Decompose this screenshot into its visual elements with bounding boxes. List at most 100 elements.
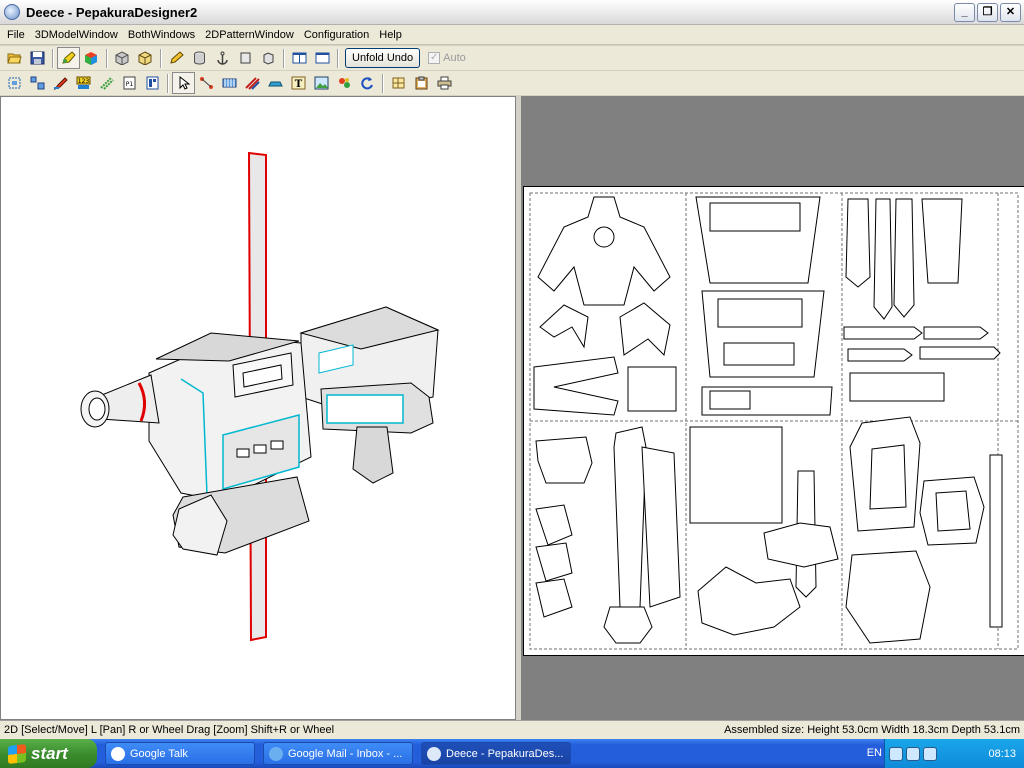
clock[interactable]: 08:13 <box>988 748 1016 760</box>
menu-bar: File 3DModelWindow BothWindows 2DPattern… <box>0 25 1024 45</box>
menu-2dpatternwindow[interactable]: 2DPatternWindow <box>200 25 299 45</box>
parts-tool-button[interactable] <box>333 72 356 94</box>
start-button[interactable]: start <box>0 739 97 768</box>
number-123-icon: 123 <box>76 76 91 89</box>
toolbar-separator <box>283 48 285 68</box>
connect-tool-button[interactable] <box>195 72 218 94</box>
pepakura-app-icon[interactable] <box>4 4 20 20</box>
view-left-button[interactable] <box>234 47 257 69</box>
printer-icon <box>437 76 452 90</box>
2d-pattern-window[interactable] <box>521 96 1024 720</box>
3d-model-window[interactable] <box>0 96 516 720</box>
part-blade-3 <box>893 198 915 318</box>
arrow-cursor-icon <box>179 76 191 90</box>
menu-bothwindows[interactable]: BothWindows <box>123 25 200 45</box>
pattern-parts <box>533 196 1003 644</box>
paint-mode-button[interactable] <box>57 47 80 69</box>
fit-frame-icon <box>8 77 21 89</box>
view-right-button[interactable] <box>257 47 280 69</box>
text-t-icon: T <box>291 76 306 90</box>
text-tool-button[interactable]: T <box>287 72 310 94</box>
join-edges-button[interactable] <box>95 72 118 94</box>
paint-pencil-icon <box>62 51 76 64</box>
window-2d-only-button[interactable] <box>311 47 334 69</box>
page-number-button[interactable]: P1 <box>118 72 141 94</box>
part-bar-2 <box>923 326 989 340</box>
pattern-sheet[interactable] <box>524 187 1024 655</box>
task-pepakura[interactable]: Deece - PepakuraDes... <box>421 742 571 765</box>
floppy-disk-icon <box>30 51 45 65</box>
part-arc-right <box>619 302 671 357</box>
move-tool-button[interactable] <box>218 72 241 94</box>
arrange-button[interactable] <box>26 72 49 94</box>
open-button[interactable] <box>3 47 26 69</box>
pattern-paper[interactable] <box>523 186 1024 656</box>
print-button[interactable] <box>433 72 456 94</box>
taskbar: start Google Talk Google Mail - Inbox - … <box>0 739 1024 768</box>
task-google-talk[interactable]: Google Talk <box>105 742 255 765</box>
svg-text:123: 123 <box>78 78 90 85</box>
minimize-button[interactable]: _ <box>954 3 975 22</box>
menu-help[interactable]: Help <box>374 25 407 45</box>
chat-bubble-icon <box>111 746 125 761</box>
close-button[interactable]: ✕ <box>1000 3 1021 22</box>
part-bar-3 <box>847 348 913 362</box>
start-label: start <box>31 743 68 763</box>
rotate-tool-button[interactable] <box>356 72 379 94</box>
network-icon[interactable] <box>906 746 920 761</box>
title-bar[interactable]: Deece - PepakuraDesigner2 _ ❐ ✕ <box>0 0 1024 25</box>
status-bar: 2D [Select/Move] L [Pan] R or Wheel Drag… <box>0 720 1024 739</box>
edge-tool-button[interactable] <box>165 47 188 69</box>
part-panel-mid-window <box>717 298 803 328</box>
part-cup <box>535 436 593 484</box>
clipboard-icon <box>415 76 428 90</box>
menu-3dmodelwindow[interactable]: 3DModelWindow <box>30 25 123 45</box>
node-link-icon <box>200 77 213 89</box>
snap-button[interactable] <box>387 72 410 94</box>
striped-rect-icon <box>222 78 237 88</box>
edge-id-button[interactable]: 123 <box>72 72 95 94</box>
model-vent-slot <box>236 448 250 458</box>
part-box-small <box>627 366 677 412</box>
task-google-mail[interactable]: Google Mail - Inbox - ... <box>263 742 413 765</box>
part-blade-2 <box>873 198 893 320</box>
shaded-cube-icon <box>138 51 152 65</box>
fold-lines-icon <box>245 77 260 90</box>
main-toolbar: Unfold Undo ✓ Auto <box>0 46 1024 71</box>
colored-cube-icon <box>85 52 97 65</box>
unfold-undo-button[interactable]: Unfold Undo <box>345 48 421 68</box>
toolbar-separator <box>52 48 54 68</box>
texture-button[interactable] <box>80 47 103 69</box>
part-spine <box>613 426 647 608</box>
auto-checkbox-group[interactable]: ✓ Auto <box>428 52 466 64</box>
part-slab <box>689 426 783 524</box>
toolbar-separator <box>160 48 162 68</box>
show-edges-button[interactable] <box>134 47 157 69</box>
tray-icons <box>889 746 937 761</box>
image-tool-button[interactable] <box>310 72 333 94</box>
cylinder-tool-button[interactable] <box>188 47 211 69</box>
select-tool-button[interactable] <box>172 72 195 94</box>
3d-model-view[interactable] <box>1 97 515 719</box>
toolbar-separator <box>382 73 384 93</box>
auto-checkbox[interactable]: ✓ <box>428 52 441 64</box>
snap-grid-icon <box>392 77 405 89</box>
maximize-button[interactable]: ❐ <box>977 3 998 22</box>
language-indicator[interactable]: EN <box>867 747 882 759</box>
print-layout-button[interactable] <box>141 72 164 94</box>
window-3d-only-button[interactable] <box>288 47 311 69</box>
fit-all-button[interactable] <box>3 72 26 94</box>
flap-tool-button[interactable] <box>264 72 287 94</box>
save-button[interactable] <box>26 47 49 69</box>
chat-tray-icon[interactable] <box>923 746 937 761</box>
menu-file[interactable]: File <box>2 25 30 45</box>
anchor-tool-button[interactable] <box>211 47 234 69</box>
paint-2d-button[interactable] <box>49 72 72 94</box>
show-faces-button[interactable] <box>111 47 134 69</box>
fold-lines-button[interactable] <box>241 72 264 94</box>
menu-configuration[interactable]: Configuration <box>299 25 374 45</box>
part-blade-4 <box>921 198 963 284</box>
expand-tray-icon[interactable] <box>889 746 903 761</box>
clipboard-button[interactable] <box>410 72 433 94</box>
single-window-icon <box>292 52 307 64</box>
